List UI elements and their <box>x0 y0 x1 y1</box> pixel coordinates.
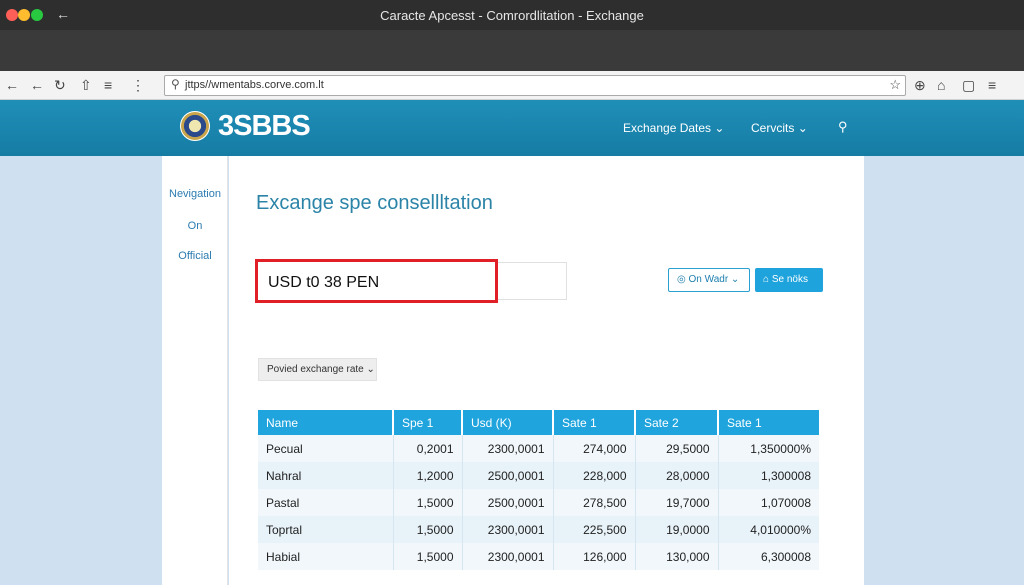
more-icon[interactable]: ⋮ <box>131 76 145 94</box>
table-cell: 1,5000 <box>393 489 463 516</box>
nav-services-label: Cervcits <box>751 121 795 135</box>
exchange-rate-dropdown-label: Povied exchange rate <box>267 364 364 375</box>
table-cell: 28,0000 <box>635 462 719 489</box>
home-icon[interactable]: ⌂ <box>937 76 945 94</box>
page-title: Excange spe consellltation <box>256 192 493 214</box>
table-cell: 2500,0001 <box>462 489 554 516</box>
table-cell: Pastal <box>258 489 394 516</box>
sidebar: Nevigation On Official <box>162 156 228 585</box>
table-cell: Toprtal <box>258 516 394 543</box>
table-cell: 6,300008 <box>718 543 819 570</box>
table-cell: 1,2000 <box>393 462 463 489</box>
conversion-input-highlight[interactable]: USD t0 38 PEN <box>255 259 498 303</box>
globe-icon: ◎ <box>677 274 689 285</box>
site-logo-text[interactable]: 3SBBS <box>218 110 311 143</box>
table-cell: 1,5000 <box>393 516 463 543</box>
table-cell: 4,010000% <box>718 516 819 543</box>
table-cell: 2300,0001 <box>462 516 554 543</box>
on-wadr-dropdown-button[interactable]: ◎ On Wadr ⌄ <box>668 268 750 292</box>
tab-strip <box>0 30 1024 71</box>
column-header[interactable]: Spe 1 <box>393 410 463 435</box>
table-cell: 2300,0001 <box>462 543 554 570</box>
table-cell: 278,500 <box>553 489 636 516</box>
table-cell: 274,000 <box>553 435 636 462</box>
window-titlebar: ← Caracte Apcesst - Comrordlitation - Ex… <box>0 0 1024 30</box>
table-cell: 29,5000 <box>635 435 719 462</box>
extension-icon[interactable]: ⊕ <box>914 76 926 94</box>
sidebar-item-on[interactable]: On <box>162 220 228 232</box>
table-cell: 0,2001 <box>393 435 463 462</box>
table-cell: 1,5000 <box>393 543 463 570</box>
menu-icon[interactable]: ≡ <box>104 76 112 94</box>
hamburger-icon[interactable]: ≡ <box>988 76 996 94</box>
seal-logo-icon[interactable] <box>180 111 210 141</box>
table-cell: 2500,0001 <box>462 462 554 489</box>
bookmark-icon[interactable]: ▢ <box>962 76 975 94</box>
sidebar-item-navigation[interactable]: Nevigation <box>162 188 228 200</box>
table-row[interactable]: Habial 1,5000 2300,0001 126,000 130,000 … <box>258 543 819 570</box>
browser-toolbar: ← ← ↻ ⇧ ≡ ⋮ ⚲ jttps//wmentabs.corve.com.… <box>0 71 1024 100</box>
conversion-value: USD t0 38 PEN <box>268 274 380 291</box>
search-button[interactable]: ⌂ Se nöks <box>755 268 823 292</box>
back-icon[interactable]: ← <box>5 76 19 94</box>
sidebar-item-official[interactable]: Official <box>162 250 228 262</box>
site-header: 3SBBS Exchange Dates ⌄ Cervcits ⌄ ⚲ <box>0 100 1024 156</box>
column-header[interactable]: Sate 2 <box>635 410 719 435</box>
table-cell: Nahral <box>258 462 394 489</box>
address-bar[interactable]: ⚲ jttps//wmentabs.corve.com.lt ☆ <box>164 75 906 96</box>
column-header[interactable]: Usd (K) <box>462 410 554 435</box>
window-title: Caracte Apcesst - Comrordlitation - Exch… <box>380 8 644 23</box>
table-row[interactable]: Nahral 1,2000 2500,0001 228,000 28,0000 … <box>258 462 819 489</box>
lock-icon: ⌂ <box>763 274 772 285</box>
share-icon[interactable]: ⇧ <box>80 76 92 94</box>
table-header-row: Name Spe 1 Usd (K) Sate 1 Sate 2 Sate 1 <box>258 410 819 435</box>
table-cell: 225,500 <box>553 516 636 543</box>
chevron-down-icon: ⌄ <box>728 274 740 285</box>
exchange-rate-table: Name Spe 1 Usd (K) Sate 1 Sate 2 Sate 1 … <box>258 410 819 570</box>
table-row[interactable]: Pecual 0,2001 2300,0001 274,000 29,5000 … <box>258 435 819 462</box>
chevron-down-icon: ⌄ <box>363 364 375 375</box>
table-cell: 2300,0001 <box>462 435 554 462</box>
nav-exchange-dates[interactable]: Exchange Dates ⌄ <box>623 121 724 135</box>
on-wadr-label: On Wadr <box>688 274 729 285</box>
reload-icon[interactable]: ↻ <box>54 76 66 94</box>
nav-exchange-dates-label: Exchange Dates <box>623 121 712 135</box>
chevron-down-icon: ⌄ <box>714 121 725 135</box>
search-icon[interactable]: ⚲ <box>838 119 848 135</box>
table-cell: 228,000 <box>553 462 636 489</box>
search-button-label: Se nöks <box>771 274 808 285</box>
table-cell: 1,350000% <box>718 435 819 462</box>
table-cell: 1,070008 <box>718 489 819 516</box>
table-cell: 130,000 <box>635 543 719 570</box>
forward-icon[interactable]: ← <box>30 76 44 94</box>
url-text: jttps//wmentabs.corve.com.lt <box>185 79 324 91</box>
search-icon: ⚲ <box>171 77 180 91</box>
column-header[interactable]: Sate 1 <box>553 410 636 435</box>
table-cell: 19,0000 <box>635 516 719 543</box>
table-cell: 1,300008 <box>718 462 819 489</box>
exchange-rate-dropdown[interactable]: Povied exchange rate ⌄ <box>258 358 377 381</box>
table-cell: 126,000 <box>553 543 636 570</box>
table-cell: Pecual <box>258 435 394 462</box>
nav-services[interactable]: Cervcits ⌄ <box>751 121 808 135</box>
column-header[interactable]: Name <box>258 410 394 435</box>
table-row[interactable]: Pastal 1,5000 2500,0001 278,500 19,7000 … <box>258 489 819 516</box>
table-cell: 19,7000 <box>635 489 719 516</box>
table-row[interactable]: Toprtal 1,5000 2300,0001 225,500 19,0000… <box>258 516 819 543</box>
table-cell: Habial <box>258 543 394 570</box>
chevron-down-icon: ⌄ <box>797 121 808 135</box>
star-icon[interactable]: ☆ <box>889 77 901 93</box>
column-header[interactable]: Sate 1 <box>718 410 819 435</box>
